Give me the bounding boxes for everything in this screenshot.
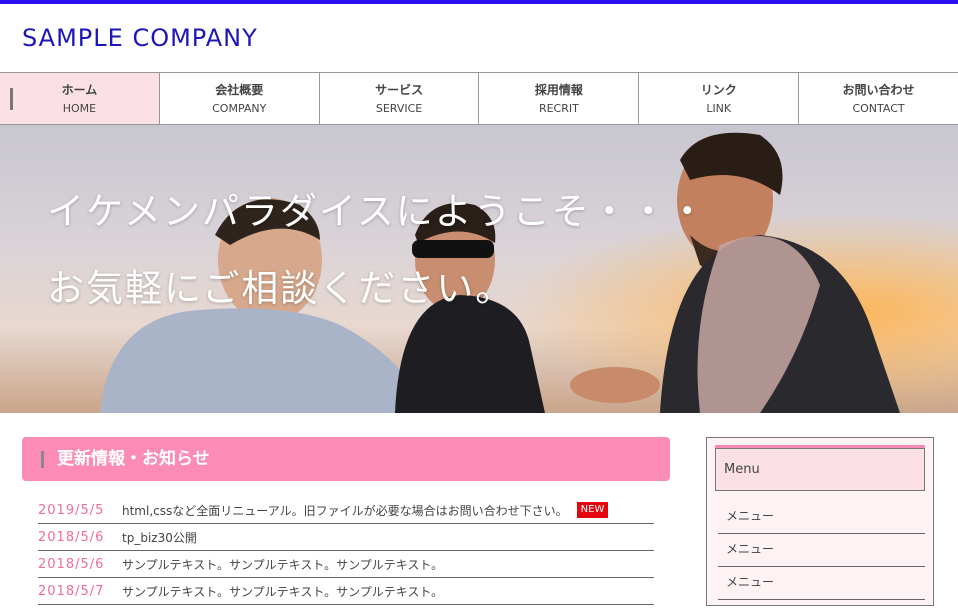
sidebar-menu-title: Menu — [715, 448, 925, 491]
news-date: 2018/5/6 — [38, 529, 105, 545]
nav-label-jp: リンク — [700, 83, 737, 97]
sidebar: Menu メニュー メニュー メニュー — [706, 437, 934, 606]
news-text: サンプルテキスト。サンプルテキスト。サンプルテキスト。 — [122, 557, 444, 572]
nav-label-jp: 採用情報 — [534, 83, 583, 97]
nav-label-en: COMPANY — [212, 102, 267, 115]
hero-banner: イケメンパラダイスにようこそ・・・ お気軽にご相談ください。 — [0, 125, 958, 413]
nav-label-jp: サービス — [375, 83, 424, 97]
news-text: html,cssなど全面リニューアル。旧ファイルが必要な場合はお問い合わせ下さい… — [122, 503, 568, 518]
hero-subheadline: お気軽にご相談ください。 — [47, 267, 515, 310]
main-content: 更新情報・お知らせ 2019/5/5 html,cssなど全面リニューアル。旧フ… — [22, 437, 670, 605]
nav-label-en: SERVICE — [375, 102, 423, 115]
news-section-title: 更新情報・お知らせ — [22, 437, 670, 481]
hero-headline: イケメンパラダイスにようこそ・・・ — [47, 190, 708, 233]
news-date: 2018/5/6 — [38, 556, 105, 572]
nav-item-recruit[interactable]: 採用情報 RECRIT — [479, 73, 640, 124]
new-badge: NEW — [576, 502, 609, 518]
sidebar-menu-list: メニュー メニュー メニュー — [715, 501, 925, 600]
news-item[interactable]: 2019/5/5 html,cssなど全面リニューアル。旧ファイルが必要な場合は… — [38, 497, 654, 524]
news-date: 2018/5/7 — [38, 583, 105, 599]
nav-label-jp: お問い合わせ — [842, 83, 915, 97]
news-date: 2019/5/5 — [38, 502, 105, 518]
nav-item-service[interactable]: サービス SERVICE — [320, 73, 480, 124]
global-nav: ホーム HOME 会社概要 COMPANY サービス SERVICE 採用情報 … — [0, 72, 958, 125]
nav-label-en: CONTACT — [852, 102, 905, 115]
news-item[interactable]: 2018/5/6 tp_biz30公開 — [38, 524, 654, 551]
news-item[interactable]: 2018/5/7 サンプルテキスト。サンプルテキスト。サンプルテキスト。 — [38, 578, 654, 605]
news-item[interactable]: 2018/5/6 サンプルテキスト。サンプルテキスト。サンプルテキスト。 — [38, 551, 654, 578]
nav-item-home[interactable]: ホーム HOME — [0, 73, 160, 124]
nav-label-jp: 会社概要 — [215, 83, 264, 97]
news-text: サンプルテキスト。サンプルテキスト。サンプルテキスト。 — [122, 584, 444, 599]
sidebar-menu-item[interactable]: メニュー — [718, 534, 925, 567]
nav-label-jp: ホーム — [61, 83, 98, 97]
sidebar-menu-item[interactable]: メニュー — [718, 501, 925, 534]
news-text: tp_biz30公開 — [122, 530, 197, 545]
nav-label-en: HOME — [62, 102, 97, 115]
site-header: SAMPLE COMPANY — [0, 4, 958, 72]
nav-label-en: LINK — [706, 102, 732, 115]
site-logo[interactable]: SAMPLE COMPANY — [22, 24, 258, 52]
nav-item-company[interactable]: 会社概要 COMPANY — [160, 73, 320, 124]
nav-item-link[interactable]: リンク LINK — [639, 73, 800, 124]
nav-label-en: RECRIT — [538, 102, 579, 115]
sidebar-menu-item[interactable]: メニュー — [718, 567, 925, 600]
nav-item-contact[interactable]: お問い合わせ CONTACT — [799, 73, 958, 124]
news-list: 2019/5/5 html,cssなど全面リニューアル。旧ファイルが必要な場合は… — [22, 497, 670, 605]
